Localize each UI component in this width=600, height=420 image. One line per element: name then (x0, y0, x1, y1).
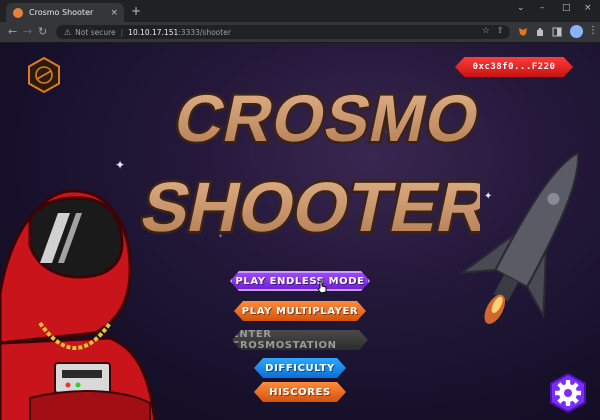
play-multiplayer-button[interactable]: PLAY MULTIPLAYER (234, 301, 366, 321)
toolbar: ← → ↻ ⚠ Not secure | 10.10.17.151 :3333/… (0, 22, 600, 43)
difficulty-button[interactable]: DIFFICULTY (254, 358, 346, 378)
enter-crosmostation-button[interactable]: ENTER CROSMOSTATION (232, 330, 368, 350)
metamask-extension-icon[interactable] (518, 27, 528, 37)
browser-tab[interactable]: Crosmo Shooter × (6, 3, 124, 22)
minimize-button[interactable]: – (540, 3, 545, 13)
side-panel-icon[interactable] (552, 27, 562, 37)
maximize-button[interactable]: □ (562, 3, 571, 13)
crosmo-logo-icon[interactable] (26, 57, 62, 93)
tab-favicon-icon (13, 7, 23, 18)
rocket-illustration (458, 151, 580, 324)
title-line-1: CROSMO (168, 83, 480, 156)
reload-icon[interactable]: ↻ (38, 25, 47, 39)
tab-close-icon[interactable]: × (110, 8, 118, 18)
settings-gear-button[interactable] (548, 373, 588, 413)
gear-icon (555, 380, 581, 406)
bookmark-star-icon[interactable]: ☆ (482, 26, 490, 36)
share-icon[interactable]: ⇪ (496, 26, 504, 36)
tab-strip: Crosmo Shooter × + ⌄ – □ × (0, 0, 600, 22)
cursor-icon (317, 280, 327, 294)
browser-menu-icon[interactable]: ⋮ (588, 25, 598, 36)
play-endless-mode-button[interactable]: PLAY ENDLESS MODE (230, 271, 370, 291)
tab-search-icon[interactable]: ⌄ (517, 3, 525, 13)
back-icon[interactable]: ← (8, 25, 17, 39)
security-label: Not secure (75, 27, 116, 37)
profile-avatar[interactable] (570, 25, 583, 38)
new-tab-button[interactable]: + (131, 4, 141, 18)
address-divider: | (120, 27, 124, 37)
address-bar[interactable]: ⚠ Not secure | 10.10.17.151 :3333/shoote… (56, 25, 510, 39)
game-title-logo: CROSMO SHOOTER (140, 80, 480, 248)
hiscores-button[interactable]: HISCORES (254, 382, 346, 402)
sparkle-star-icon: ✦ (115, 158, 126, 172)
extensions-puzzle-icon[interactable] (535, 27, 545, 37)
tab-title: Crosmo Shooter (29, 8, 94, 17)
close-window-button[interactable]: × (584, 3, 592, 13)
warning-icon: ⚠ (64, 27, 72, 37)
forward-icon[interactable]: → (23, 25, 32, 39)
game-viewport: ✦ ✦ ✦ ✦ 0xc38f0...F220 CROSMO SHOOTER PL… (0, 43, 600, 420)
url-host: 10.10.17.151 (128, 27, 179, 37)
url-path: :3333/shooter (178, 27, 231, 37)
astronaut-illustration (0, 189, 157, 420)
title-line-2: SHOOTER (140, 168, 480, 246)
